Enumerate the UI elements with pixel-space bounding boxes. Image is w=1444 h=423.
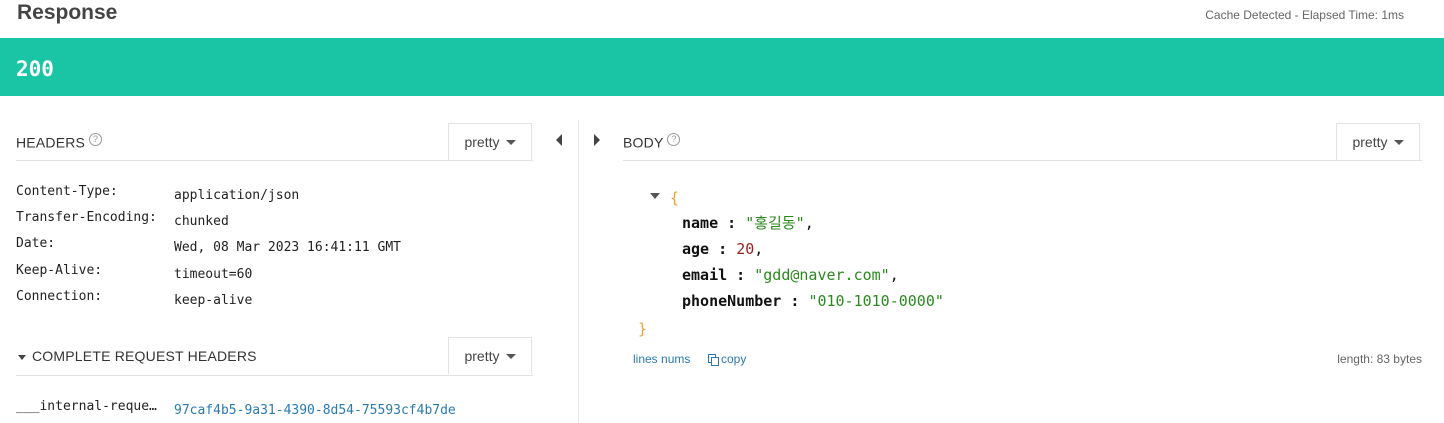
header-row: Date: Wed, 08 Mar 2023 16:41:11 GMT bbox=[16, 236, 401, 255]
json-key: age bbox=[682, 240, 710, 258]
json-field: age : 20, bbox=[682, 240, 764, 258]
request-headers-format-dropdown[interactable]: pretty bbox=[448, 337, 532, 374]
body-section-title: BODY? bbox=[623, 133, 681, 151]
header-value: chunked bbox=[174, 214, 229, 229]
headers-format-label: pretty bbox=[464, 134, 500, 150]
header-key: Content-Type: bbox=[16, 184, 118, 199]
headers-format-dropdown[interactable]: pretty bbox=[448, 123, 532, 160]
header-key: Date: bbox=[16, 236, 56, 251]
divider-line bbox=[623, 160, 1422, 161]
header-value: Wed, 08 Mar 2023 16:41:11 GMT bbox=[174, 240, 401, 255]
request-headers-title: COMPLETE REQUEST HEADERS bbox=[32, 348, 257, 364]
header-value: application/json bbox=[174, 188, 300, 203]
copy-button[interactable]: copy bbox=[708, 352, 746, 366]
cache-info: Cache Detected - Elapsed Time: 1ms bbox=[1205, 8, 1404, 22]
header-row: Transfer-Encoding: chunked bbox=[16, 210, 229, 229]
help-icon[interactable]: ? bbox=[89, 133, 103, 146]
json-key: name bbox=[682, 214, 719, 232]
header-key: Transfer-Encoding: bbox=[16, 210, 157, 225]
status-code: 200 bbox=[16, 57, 54, 81]
json-value: 20 bbox=[736, 240, 755, 258]
header-row: Content-Type: application/json bbox=[16, 184, 299, 203]
collapse-toggle-icon[interactable] bbox=[650, 193, 660, 199]
chevron-down-icon bbox=[1393, 139, 1404, 145]
header-value: timeout=60 bbox=[174, 267, 253, 282]
json-key: phoneNumber bbox=[682, 292, 782, 310]
header-row: Keep-Alive: timeout=60 bbox=[16, 263, 252, 282]
header-key: Connection: bbox=[16, 289, 103, 304]
divider-line bbox=[16, 160, 533, 161]
copy-icon bbox=[708, 354, 719, 366]
header-value: 97caf4b5-9a31-4390-8d54-75593cf4b7de bbox=[174, 403, 456, 418]
json-value: "홍길동" bbox=[745, 214, 805, 232]
json-close-brace: } bbox=[638, 320, 648, 338]
body-title: BODY bbox=[623, 134, 664, 151]
status-band: 200 bbox=[0, 38, 1444, 96]
json-field: phoneNumber : "010-1010-0000" bbox=[682, 292, 944, 310]
chevron-down-icon bbox=[505, 353, 516, 359]
header-key: ___internal-reque… bbox=[16, 399, 157, 414]
headers-title: HEADERS bbox=[16, 134, 86, 151]
response-panel: Response Cache Detected - Elapsed Time: … bbox=[0, 0, 1444, 423]
json-open-brace: { bbox=[670, 189, 680, 207]
json-value: "010-1010-0000" bbox=[808, 292, 944, 310]
response-title: Response bbox=[17, 1, 118, 24]
body-format-dropdown[interactable]: pretty bbox=[1336, 123, 1420, 160]
json-field: email : "gdd@naver.com", bbox=[682, 266, 899, 284]
body-length: length: 83 bytes bbox=[1337, 352, 1422, 366]
lines-nums-link[interactable]: lines nums bbox=[633, 352, 690, 366]
caret-down-icon bbox=[18, 354, 26, 360]
request-headers-format-label: pretty bbox=[464, 348, 500, 364]
json-value: "gdd@naver.com" bbox=[754, 266, 890, 284]
header-value: keep-alive bbox=[174, 293, 253, 308]
body-format-label: pretty bbox=[1352, 134, 1388, 150]
header-key: Keep-Alive: bbox=[16, 263, 103, 278]
request-header-row: ___internal-reque… 97caf4b5-9a31-4390-8d5… bbox=[16, 399, 456, 418]
header-row: Connection: keep-alive bbox=[16, 289, 252, 308]
collapse-right-icon[interactable] bbox=[594, 134, 600, 146]
json-field: name : "홍길동", bbox=[682, 214, 814, 232]
divider-line bbox=[16, 375, 533, 376]
json-key: email bbox=[682, 266, 728, 284]
request-headers-toggle[interactable]: COMPLETE REQUEST HEADERS bbox=[18, 348, 257, 364]
help-icon[interactable]: ? bbox=[667, 133, 681, 146]
chevron-down-icon bbox=[505, 139, 516, 145]
headers-section-title: HEADERS? bbox=[16, 133, 103, 151]
panel-divider bbox=[578, 120, 579, 423]
collapse-left-icon[interactable] bbox=[556, 134, 562, 146]
copy-label: copy bbox=[721, 352, 747, 366]
